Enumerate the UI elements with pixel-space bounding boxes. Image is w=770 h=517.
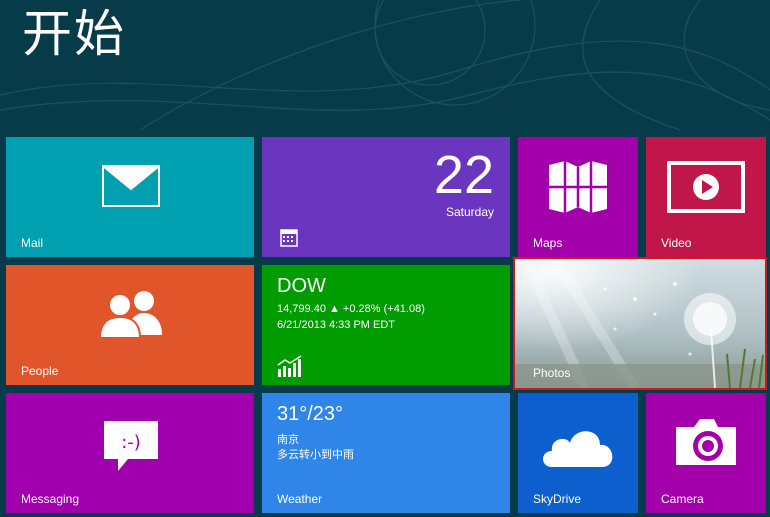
weather-tile[interactable]: 31°/23° 南京 多云转小到中雨 Weather — [262, 393, 510, 513]
calendar-weekday: Saturday — [445, 205, 494, 219]
maps-tile-label: Maps — [533, 236, 563, 250]
weather-condition: 多云转小到中雨 — [277, 448, 354, 461]
weather-city: 南京 — [277, 433, 299, 446]
finance-index-name: DOW — [277, 275, 326, 297]
map-icon — [549, 161, 607, 213]
people-tile-label: People — [21, 364, 59, 378]
weather-temperature: 31°/23° — [277, 403, 344, 425]
finance-quote: 14,799.40 ▲ +0.28% (+41.08) — [277, 303, 425, 315]
skydrive-tile-label: SkyDrive — [533, 492, 582, 506]
calendar-icon — [280, 229, 298, 247]
photos-tile-label: Photos — [533, 366, 571, 380]
play-icon — [667, 161, 745, 213]
maps-tile[interactable]: Maps — [518, 137, 638, 257]
weather-tile-label: Weather — [277, 492, 323, 506]
messaging-tile[interactable]: :-) Messaging — [6, 393, 254, 513]
messaging-tile-label: Messaging — [21, 492, 80, 506]
calendar-tile[interactable]: 22 Saturday — [262, 137, 510, 257]
people-icon — [98, 291, 162, 339]
calendar-day: 22 — [433, 145, 494, 205]
mail-tile-label: Mail — [21, 236, 44, 250]
chart-icon — [277, 355, 302, 377]
chat-bubble-icon: :-) — [104, 421, 158, 471]
envelope-icon — [102, 165, 160, 207]
skydrive-tile[interactable]: SkyDrive — [518, 393, 638, 513]
finance-timestamp: 6/21/2013 4:33 PM EDT — [277, 319, 396, 331]
page-title: 开始 — [22, 5, 126, 63]
video-tile-label: Video — [661, 236, 692, 250]
svg-text::-): :-) — [121, 432, 141, 453]
camera-tile[interactable]: Camera — [646, 393, 766, 513]
cloud-icon — [543, 431, 613, 467]
mail-tile[interactable]: Mail — [6, 137, 254, 257]
people-tile[interactable]: People — [6, 265, 254, 385]
video-tile[interactable]: Video — [646, 137, 766, 257]
photos-tile[interactable]: Photos — [513, 257, 767, 390]
finance-tile[interactable]: DOW 14,799.40 ▲ +0.28% (+41.08) 6/21/201… — [262, 265, 510, 385]
camera-tile-label: Camera — [661, 492, 704, 506]
camera-icon — [676, 419, 736, 465]
